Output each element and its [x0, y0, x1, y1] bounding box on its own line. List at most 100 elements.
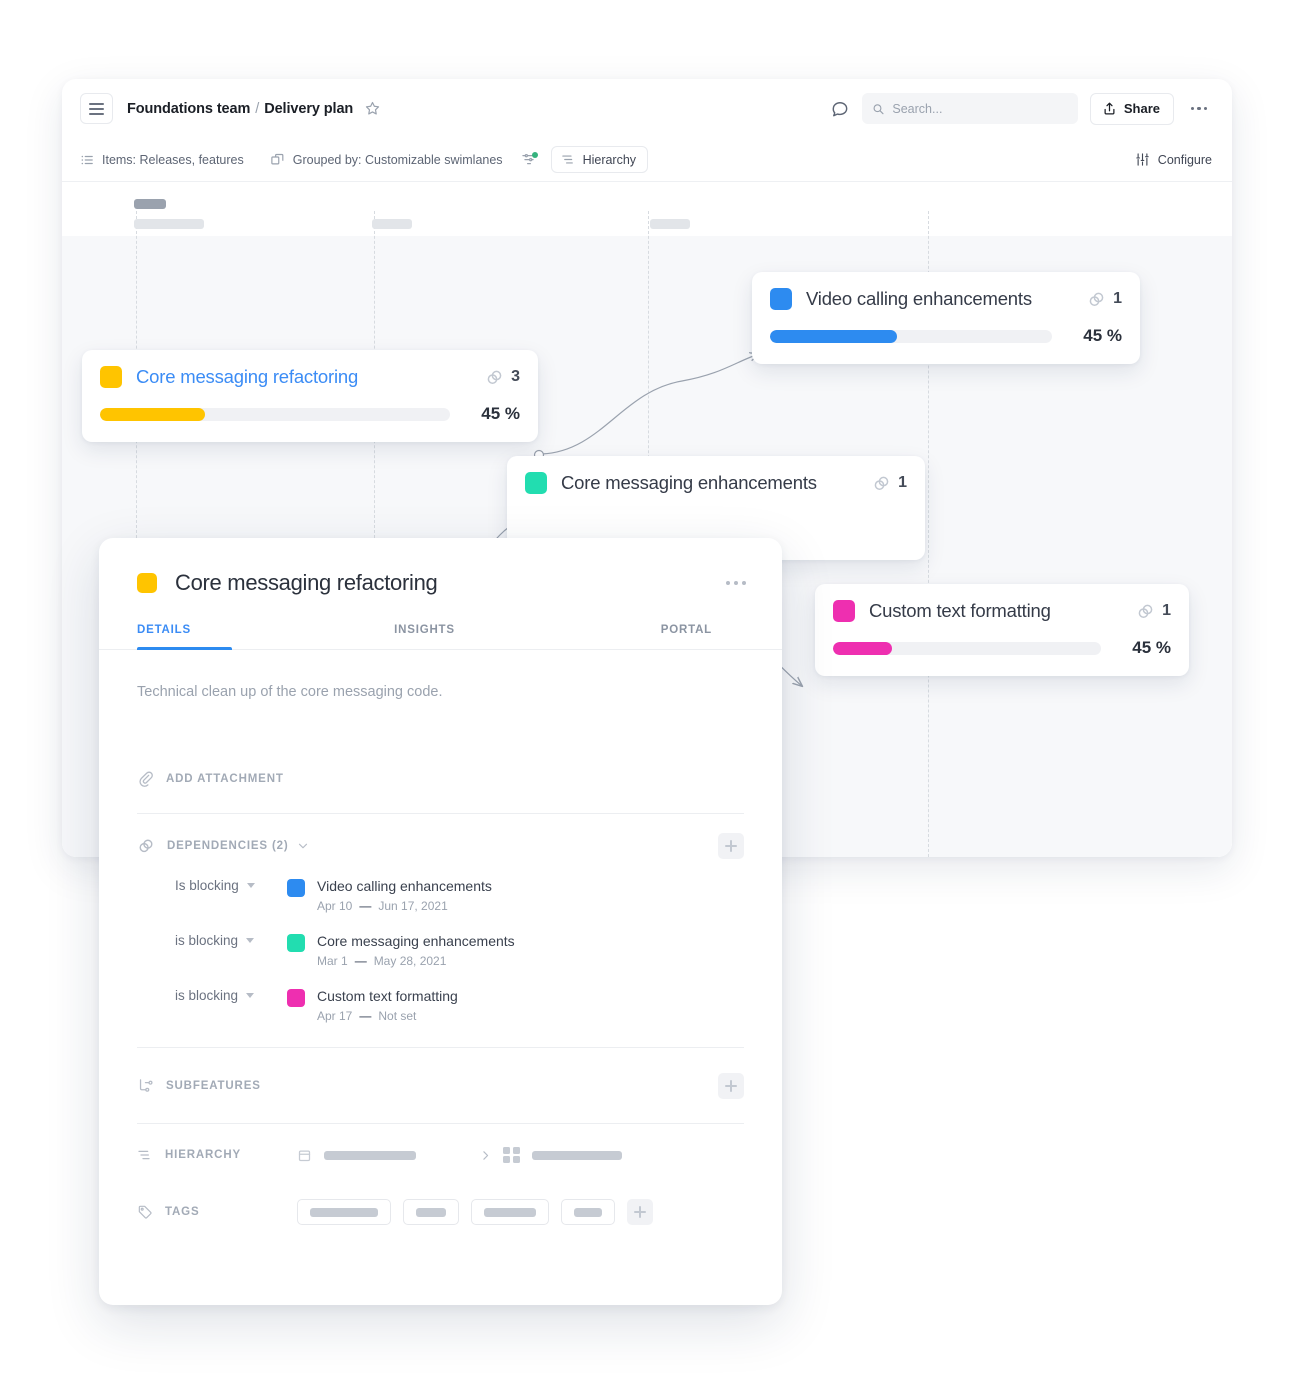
detail-more-options-icon[interactable] — [726, 581, 746, 585]
comment-icon[interactable] — [830, 99, 850, 119]
card-progress: 45 % — [752, 326, 1140, 364]
attachment-section[interactable]: ADD ATTACHMENT — [137, 744, 744, 814]
calendar-icon[interactable] — [297, 1148, 312, 1163]
progress-label: 45 % — [481, 404, 520, 423]
dependencies-header[interactable]: DEPENDENCIES (2) — [137, 814, 744, 878]
tab-insights[interactable]: INSIGHTS — [329, 624, 521, 649]
dependencies-section: DEPENDENCIES (2) Is blocking Video calli… — [137, 814, 744, 1048]
dependency-color-swatch — [287, 989, 305, 1007]
app-header: Foundations team / Delivery plan Search.… — [62, 79, 1232, 138]
dependency-name[interactable]: Custom text formatting — [317, 988, 458, 1004]
sliders-icon — [1136, 153, 1149, 166]
configure-button[interactable]: Configure — [1135, 152, 1212, 167]
filter-button[interactable] — [521, 151, 538, 168]
chevron-down-icon — [246, 938, 255, 943]
progress-bar — [100, 407, 450, 421]
grouped-by-button[interactable]: Grouped by: Customizable swimlanes — [270, 152, 503, 167]
add-subfeature-button[interactable] — [718, 1072, 744, 1099]
breadcrumb-team[interactable]: Foundations team — [127, 101, 250, 117]
share-button-label: Share — [1123, 101, 1160, 116]
card-title[interactable]: Core messaging refactoring — [136, 366, 358, 388]
breadcrumb-page[interactable]: Delivery plan — [264, 101, 353, 117]
card-dependency-count[interactable]: 1 — [1087, 290, 1122, 309]
dependency-relation-select[interactable]: Is blocking — [137, 878, 287, 893]
timeline-card-custom-text[interactable]: Custom text formatting 1 45 % — [815, 584, 1189, 676]
card-title[interactable]: Custom text formatting — [869, 600, 1051, 622]
card-dependency-count[interactable]: 1 — [872, 474, 907, 493]
dependency-relation-label: Is blocking — [175, 878, 239, 893]
card-dependency-count[interactable]: 1 — [1136, 602, 1171, 621]
card-dependency-value: 3 — [511, 368, 520, 385]
dependency-name[interactable]: Video calling enhancements — [317, 878, 492, 894]
dependency-relation-select[interactable]: is blocking — [137, 933, 287, 948]
items-filter-label: Items: Releases, features — [102, 152, 244, 167]
tag-chip[interactable] — [297, 1199, 391, 1225]
subfeatures-icon — [139, 1079, 153, 1092]
list-icon — [81, 155, 93, 164]
hierarchy-button[interactable]: Hierarchy — [550, 146, 649, 173]
hierarchy-child-placeholder — [531, 1150, 622, 1160]
grid-icon[interactable] — [503, 1146, 520, 1164]
share-icon — [1104, 102, 1115, 115]
progress-bar — [770, 329, 1052, 343]
tag-chip[interactable] — [403, 1199, 459, 1225]
dependency-details: Custom text formatting Apr 17 — Not set — [317, 988, 458, 1023]
dependencies-label: DEPENDENCIES (2) — [167, 840, 289, 852]
tag-chip[interactable] — [471, 1199, 549, 1225]
tab-details[interactable]: DETAILS — [137, 624, 329, 650]
add-tag-button[interactable] — [627, 1199, 653, 1225]
card-dependency-value: 1 — [898, 474, 907, 491]
dependency-details: Core messaging enhancements Mar 1 — May … — [317, 933, 515, 968]
dependency-icon — [139, 839, 153, 853]
add-dependency-button[interactable] — [718, 833, 744, 859]
menu-icon[interactable] — [80, 93, 113, 124]
search-input[interactable] — [892, 101, 1068, 116]
hierarchy-label-group: HIERARCHY — [137, 1147, 285, 1163]
card-color-swatch — [525, 472, 547, 494]
card-header: Core messaging enhancements 1 — [507, 456, 925, 510]
card-title[interactable]: Video calling enhancements — [806, 288, 1032, 310]
dependency-row[interactable]: Is blocking Video calling enhancements A… — [137, 878, 744, 933]
tag-chip[interactable] — [561, 1199, 615, 1225]
dependency-name[interactable]: Core messaging enhancements — [317, 933, 515, 949]
canvas-divider — [62, 181, 1232, 182]
card-dependency-count[interactable]: 3 — [485, 368, 520, 387]
group-icon — [271, 153, 284, 165]
tags-label: TAGS — [165, 1206, 200, 1218]
search-icon — [873, 103, 884, 114]
chevron-down-icon[interactable] — [297, 840, 309, 852]
more-options-icon[interactable] — [1186, 96, 1212, 122]
dependency-row[interactable]: is blocking Core messaging enhancements … — [137, 933, 744, 988]
description-text[interactable]: Technical clean up of the core messaging… — [137, 650, 744, 700]
date-range-dash: — — [354, 954, 367, 968]
share-button[interactable]: Share — [1089, 92, 1174, 125]
timeline-header-placeholder — [650, 219, 690, 229]
card-progress: 45 % — [82, 404, 538, 442]
timeline-card-core-refactoring[interactable]: Core messaging refactoring 3 45 % — [82, 350, 538, 442]
hierarchy-row: HIERARCHY — [137, 1124, 744, 1186]
items-filter-button[interactable]: Items: Releases, features — [80, 153, 244, 167]
progress-label: 45 % — [1132, 638, 1171, 657]
dependency-row[interactable]: is blocking Custom text formatting Apr 1… — [137, 988, 744, 1043]
card-color-swatch — [100, 366, 122, 388]
date-range-dash: — — [359, 899, 372, 913]
hierarchy-button-label: Hierarchy — [582, 152, 637, 167]
dependency-start-date: Apr 10 — [317, 899, 353, 913]
dependency-color-swatch — [287, 879, 305, 897]
progress-bar — [833, 641, 1101, 655]
dependency-relation-select[interactable]: is blocking — [137, 988, 287, 1003]
hierarchy-parent-placeholder — [324, 1150, 416, 1160]
tags-row: TAGS — [137, 1186, 744, 1238]
chevron-down-icon — [246, 993, 255, 998]
header-actions: Share — [830, 92, 1212, 125]
hierarchy-icon — [138, 1150, 150, 1160]
detail-tabs: DETAILS INSIGHTS PORTAL — [99, 624, 782, 650]
timeline-card-video-calling[interactable]: Video calling enhancements 1 45 % — [752, 272, 1140, 364]
card-title[interactable]: Core messaging enhancements — [561, 472, 817, 494]
date-range-dash: — — [359, 1009, 372, 1023]
search-box[interactable] — [861, 93, 1078, 124]
tab-portal[interactable]: PORTAL — [520, 624, 744, 649]
subfeatures-section[interactable]: SUBFEATURES — [137, 1048, 744, 1124]
paperclip-icon — [139, 771, 153, 787]
star-icon[interactable] — [364, 100, 381, 117]
